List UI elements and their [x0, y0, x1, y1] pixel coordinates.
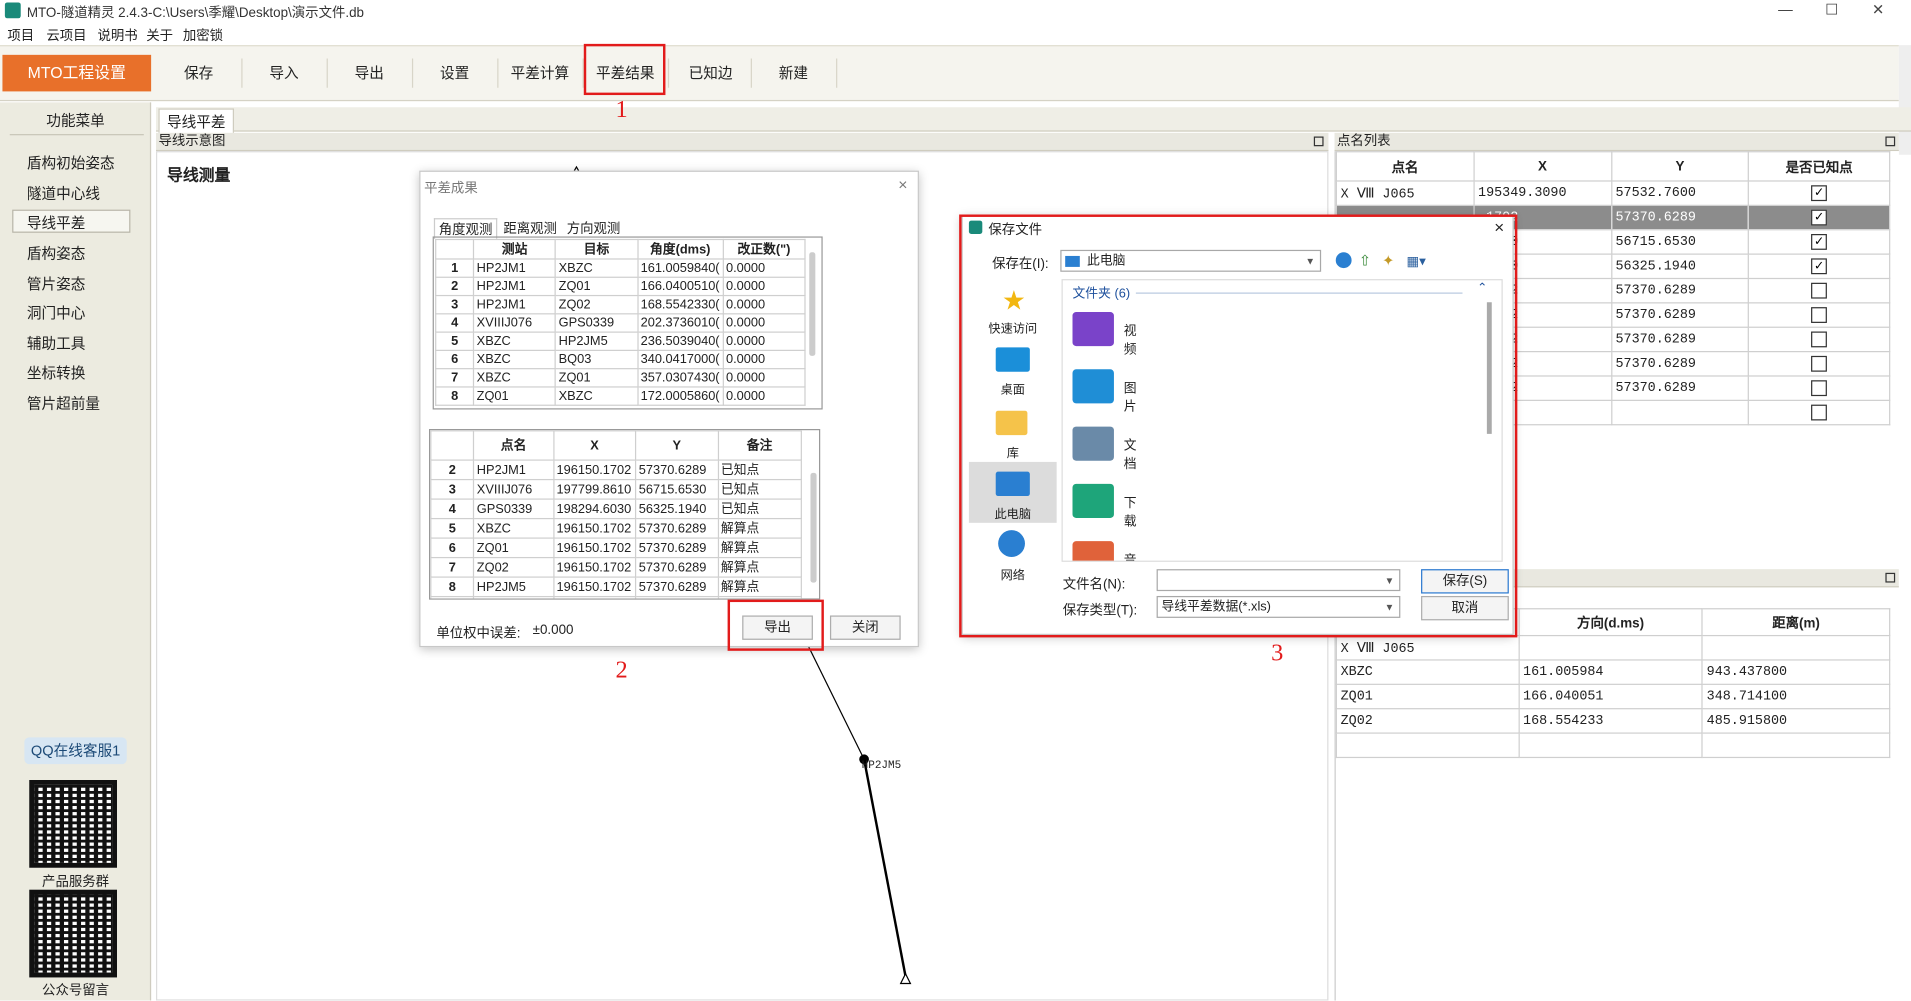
menu-bar: 项目 云项目 说明书 关于 加密锁: [0, 23, 1911, 46]
adjust-calc-button[interactable]: 平差计算: [497, 56, 582, 90]
point-label: HP2JM5: [861, 759, 902, 772]
known-point-checkbox[interactable]: ✓: [1811, 209, 1828, 226]
angle-table-row[interactable]: 6 XBZC BQ03 340.0417000(0.0000: [435, 349, 806, 370]
window-scrollbar[interactable]: [1898, 45, 1911, 155]
app-icon: [4, 2, 21, 19]
maximize-icon[interactable]: ☐: [1814, 0, 1851, 23]
known-point-checkbox[interactable]: [1811, 331, 1828, 348]
point-result-row[interactable]: 7 ZQ02 196150.1702 57370.6289 解算点: [430, 556, 802, 578]
highlight-box-1: [583, 43, 666, 96]
menu-segment-advance[interactable]: 管片超前量: [27, 392, 100, 413]
obs-table-row[interactable]: [1335, 732, 1891, 759]
point-result-row[interactable]: 6 ZQ01 196150.1702 57370.6289 解算点: [430, 537, 802, 559]
window-title: MTO-隧道精灵 2.4.3-C:\Users\季耀\Desktop\演示文件.…: [26, 6, 365, 21]
obs-table-row[interactable]: ZQ02 168.554233 485.915800: [1335, 708, 1891, 734]
point-list-header: 点名列表: [1334, 132, 1899, 152]
close-icon[interactable]: ✕: [1860, 0, 1897, 23]
menu-item-about[interactable]: 关于: [146, 26, 173, 46]
result-dialog-close-icon[interactable]: ×: [898, 176, 907, 194]
menu-shield-pose[interactable]: 盾构姿态: [27, 243, 86, 264]
angle-table[interactable]: 测站 目标 角度(dms) 改正数(") 1 HP2JM1 XBZC 161.0059…: [435, 238, 806, 406]
result-dialog: 平差成果 × 角度观测 距离观测 方向观测 测站 目标 角度(dms) 改正数(…: [419, 170, 919, 648]
export-button[interactable]: 导出: [327, 56, 412, 90]
angle-table-row[interactable]: 3 HP2JM1 ZQ02 168.5542330(0.0000: [435, 294, 806, 315]
menu-item-cloud-project[interactable]: 云项目: [46, 26, 86, 46]
sigma0-value: ±0.000: [532, 622, 574, 638]
annotation-number-3: 3: [1271, 639, 1284, 667]
known-point-checkbox[interactable]: ✓: [1811, 234, 1828, 250]
qr2-label: 公众号留言: [42, 983, 110, 999]
known-point-checkbox[interactable]: [1811, 282, 1828, 299]
tab-traverse[interactable]: 导线平差: [158, 108, 235, 133]
known-point-checkbox[interactable]: ✓: [1811, 258, 1828, 275]
triangle-marker-bottom: [899, 972, 912, 985]
menu-item-manual[interactable]: 说明书: [98, 26, 138, 46]
canvas-panel-header: 导线示意图: [156, 132, 1329, 152]
point-result-row[interactable]: 5 XBZC 196150.1702 57370.6289 解算点: [430, 517, 802, 539]
window-titlebar: MTO-隧道精灵 2.4.3-C:\Users\季耀\Desktop\演示文件.…: [0, 0, 1911, 24]
point-result-frame: 点名 X Y 备注 2 HP2JM1 196150.1702 57370.6289 已知…: [429, 429, 821, 600]
project-settings-button[interactable]: MTO工程设置: [2, 54, 152, 92]
point-result-scrollbar[interactable]: [810, 472, 817, 583]
angle-table-row[interactable]: 5 XBZC HP2JM5 236.5039040(0.0000: [435, 331, 806, 351]
angle-table-scrollbar[interactable]: [809, 252, 816, 356]
angle-table-frame: 测站 目标 角度(dms) 改正数(") 1 HP2JM1 XBZC 161.0059…: [432, 236, 823, 410]
menu-tunnel-centerline[interactable]: 隧道中心线: [27, 183, 100, 204]
known-point-checkbox[interactable]: [1811, 380, 1828, 397]
point-result-table[interactable]: 点名 X Y 备注 2 HP2JM1 196150.1702 57370.6289 已知…: [430, 430, 802, 599]
highlight-box-2: [727, 599, 824, 651]
point-list-row[interactable]: X Ⅷ J065 195349.3090 57532.7600 ✓: [1335, 180, 1891, 206]
angle-table-row[interactable]: 7 XBZC ZQ01 357.0307430(0.0000: [435, 368, 806, 388]
point-result-row[interactable]: 4 GPS0339 198294.6030 56325.1940 已知点: [430, 498, 802, 520]
result-dialog-title: 平差成果: [424, 181, 478, 197]
menu-portal-center[interactable]: 洞门中心: [27, 302, 86, 323]
pin-icon[interactable]: [1313, 136, 1324, 147]
point-result-row[interactable]: 8 HP2JM5 196150.1702 57370.6289 解算点: [430, 576, 802, 598]
menu-traverse-adjust[interactable]: 导线平差: [27, 212, 86, 233]
settings-button[interactable]: 设置: [412, 56, 497, 90]
known-point-checkbox[interactable]: [1811, 307, 1828, 323]
import-button[interactable]: 导入: [241, 56, 326, 90]
traverse-line-2: [862, 759, 907, 977]
minimize-icon[interactable]: —: [1767, 0, 1804, 23]
menu-coord-transform[interactable]: 坐标转换: [27, 362, 86, 383]
angle-table-row[interactable]: 2 HP2JM1 ZQ01 166.0400510(0.0000: [435, 276, 806, 297]
qr1-label: 产品服务群: [42, 875, 110, 890]
annotation-number-1: 1: [615, 96, 628, 124]
qr-code-service-group: [29, 780, 117, 868]
obs-table-row[interactable]: ZQ01 166.040051 348.714100: [1335, 683, 1891, 710]
known-point-checkbox[interactable]: ✓: [1811, 185, 1828, 202]
angle-table-row[interactable]: 4 XVIIIJ076 GPS0339 202.3736010(0.0000: [435, 313, 806, 333]
save-button[interactable]: 保存: [156, 56, 241, 90]
known-edge-button[interactable]: 已知边: [668, 56, 753, 90]
angle-table-row[interactable]: 8 ZQ01 XBZC 172.0005860(0.0000: [435, 386, 806, 406]
obs-table-row[interactable]: X Ⅷ J065: [1335, 634, 1891, 661]
toolbar: MTO工程设置 保存 导入 导出 设置 平差计算 平差结果 已知边 新建: [0, 45, 1899, 102]
function-menu-panel: 功能菜单 盾构初始姿态 隧道中心线 导线平差 盾构姿态 管片姿态 洞门中心 辅助…: [0, 102, 152, 1001]
sigma0-label: 单位权中误差:: [436, 626, 521, 642]
point-result-row[interactable]: 3 XVIIIJ076 197799.8610 56715.6530 已知点: [430, 478, 802, 500]
menu-aux-tools[interactable]: 辅助工具: [27, 333, 86, 354]
known-point-checkbox[interactable]: [1811, 404, 1828, 421]
doc-tabstrip: 导线平差: [156, 107, 1911, 133]
qr-code-wechat: [29, 889, 117, 978]
menu-shield-initial-pose[interactable]: 盾构初始姿态: [27, 152, 115, 173]
highlight-box-3: [959, 214, 1518, 638]
known-point-checkbox[interactable]: [1811, 355, 1828, 372]
menu-item-dongle[interactable]: 加密锁: [183, 26, 223, 46]
menu-segment-pose[interactable]: 管片姿态: [27, 273, 86, 294]
canvas-header-label: 导线示意图: [158, 134, 226, 149]
result-close-button[interactable]: 关闭: [829, 615, 901, 640]
qq-service-button[interactable]: QQ在线客服1: [24, 737, 127, 765]
menu-item-project[interactable]: 项目: [7, 26, 34, 46]
new-button[interactable]: 新建: [751, 56, 836, 90]
annotation-number-2: 2: [615, 656, 628, 684]
obs-panel: 方向(d.ms) 距离(m) X Ⅷ J065 XBZC 161.005984 943…: [1334, 587, 1899, 1001]
point-result-row[interactable]: 2 HP2JM1 196150.1702 57370.6289 已知点: [430, 459, 802, 481]
angle-table-row[interactable]: 1 HP2JM1 XBZC 161.0059840(0.0000: [435, 258, 806, 278]
function-menu-title: 功能菜单: [46, 112, 105, 130]
obs-table-row[interactable]: XBZC 161.005984 943.437800: [1335, 659, 1891, 685]
